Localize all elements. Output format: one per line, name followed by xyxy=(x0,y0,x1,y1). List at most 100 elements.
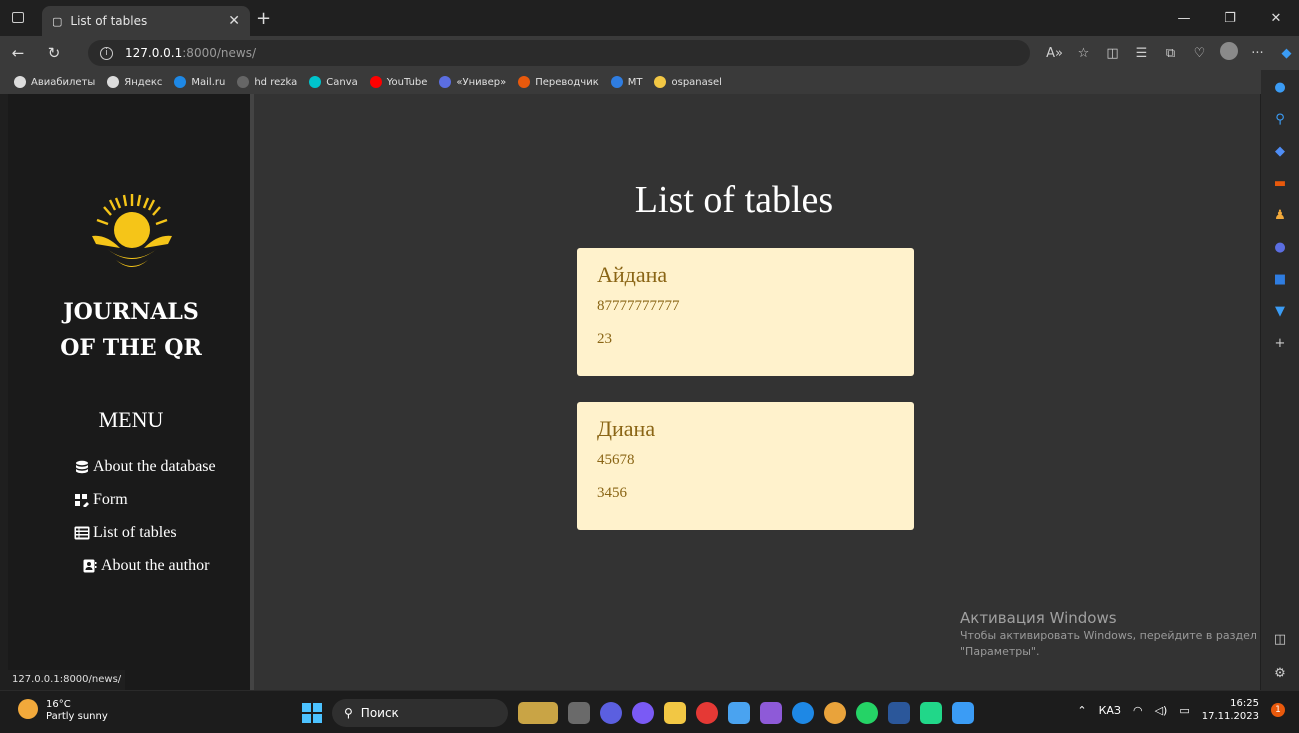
bookmark-item[interactable]: ospanasel xyxy=(654,76,722,88)
bookmark-item[interactable]: Mail.ru xyxy=(174,76,225,88)
microsoft365-icon[interactable]: ● xyxy=(1273,240,1287,255)
refresh-button[interactable]: ↻ xyxy=(36,44,72,62)
bookmark-item[interactable]: YouTube xyxy=(369,76,428,88)
taskbar-search[interactable]: ⚲ Поиск xyxy=(332,699,508,727)
bookmark-item[interactable]: Яндекс xyxy=(107,76,162,88)
file-explorer-icon[interactable] xyxy=(664,702,686,724)
record-card: Айдана 87777777777 23 xyxy=(577,248,914,376)
url-host: 127.0.0.1 xyxy=(125,46,183,60)
profile-avatar[interactable] xyxy=(1214,42,1243,64)
start-button[interactable] xyxy=(302,703,322,723)
menu-item-label: List of tables xyxy=(93,523,177,541)
tab-actions-icon[interactable] xyxy=(12,12,24,23)
notepad-icon[interactable] xyxy=(952,702,974,724)
back-button[interactable]: ← xyxy=(0,44,36,62)
notification-bell-icon[interactable]: ● xyxy=(1273,80,1287,95)
page-icon: ▢ xyxy=(52,14,63,28)
paint-icon[interactable] xyxy=(728,702,750,724)
weather-condition: Partly sunny xyxy=(46,711,108,722)
weather-widget[interactable]: 16°C Partly sunny xyxy=(18,699,108,723)
bookmark-item[interactable]: Переводчик xyxy=(518,76,599,88)
page-viewport: JOURNALS OF THE QR MENU About the databa… xyxy=(8,94,1260,690)
menu-item-label: About the author xyxy=(101,556,210,574)
clock-time: 16:25 xyxy=(1230,698,1259,709)
copilot-icon[interactable]: ◆ xyxy=(1272,46,1299,61)
edge-icon[interactable] xyxy=(792,702,814,724)
volume-icon[interactable]: ◁) xyxy=(1155,704,1168,717)
search-placeholder: Поиск xyxy=(360,706,399,720)
browser-tab[interactable]: ▢ List of tables ✕ xyxy=(42,6,250,36)
input-language[interactable]: КАЗ xyxy=(1099,704,1121,717)
chrome-icon[interactable] xyxy=(824,702,846,724)
close-tab-icon[interactable]: ✕ xyxy=(228,13,240,29)
word-icon[interactable] xyxy=(888,702,910,724)
site-brand: JOURNALS OF THE QR xyxy=(8,294,254,366)
minimize-button[interactable]: — xyxy=(1161,0,1207,36)
notification-badge[interactable]: 1 xyxy=(1271,703,1285,717)
wifi-icon[interactable]: ◠ xyxy=(1133,704,1143,717)
bookmark-label: Авиабилеты xyxy=(31,76,96,88)
url-path: :8000/news/ xyxy=(182,46,256,60)
record-value: 3456 xyxy=(597,485,627,501)
bookmark-item[interactable]: hd rezka xyxy=(237,76,297,88)
collections-icon[interactable]: ⧉ xyxy=(1156,46,1185,61)
menu-item-about-database[interactable]: About the database xyxy=(73,450,216,483)
add-sidebar-app-icon[interactable]: + xyxy=(1273,336,1287,351)
show-hidden-icons-icon[interactable]: ⌃ xyxy=(1077,704,1086,717)
record-phone: 45678 xyxy=(597,452,635,468)
favorite-star-icon[interactable]: ☆ xyxy=(1069,46,1098,61)
tools-icon[interactable]: ▬ xyxy=(1273,176,1287,191)
send-icon[interactable]: ▼ xyxy=(1273,304,1287,319)
system-tray: ⌃ КАЗ ◠ ◁) ▭ 16:25 17.11.2023 1 xyxy=(1077,697,1285,723)
site-info-icon[interactable]: i xyxy=(100,46,113,60)
outlook-icon[interactable]: ■ xyxy=(1273,272,1287,287)
bookmark-label: MT xyxy=(627,76,643,88)
task-view-icon[interactable] xyxy=(568,702,590,724)
battery-icon[interactable]: ▭ xyxy=(1179,704,1189,717)
menu-item-label: About the database xyxy=(93,457,216,475)
menu-item-about-author[interactable]: About the author xyxy=(73,549,216,582)
bookmark-item[interactable]: Авиабилеты xyxy=(14,76,95,88)
search-icon[interactable]: ⚲ xyxy=(1273,112,1287,127)
yandex-browser-icon[interactable] xyxy=(696,702,718,724)
split-screen-icon[interactable]: ◫ xyxy=(1098,46,1127,61)
settings-gear-icon[interactable]: ⚙ xyxy=(1273,666,1287,681)
record-card: Диана 45678 3456 xyxy=(577,402,914,530)
tab-title: List of tables xyxy=(70,14,148,28)
hide-sidebar-icon[interactable]: ◫ xyxy=(1273,632,1287,647)
bookmark-favicon-icon xyxy=(610,76,623,88)
teams-icon[interactable] xyxy=(600,702,622,724)
read-aloud-icon[interactable]: A» xyxy=(1040,46,1069,61)
clock-date: 17.11.2023 xyxy=(1201,711,1259,722)
close-window-button[interactable]: ✕ xyxy=(1253,0,1299,36)
bookmark-item[interactable]: Canva xyxy=(309,76,358,88)
clock[interactable]: 16:25 17.11.2023 xyxy=(1202,697,1259,723)
favorites-icon[interactable]: ☰ xyxy=(1127,46,1156,61)
bookmark-item[interactable]: MT xyxy=(610,76,643,88)
url-field[interactable]: i 127.0.0.1:8000/news/ xyxy=(88,40,1030,66)
restore-button[interactable]: ❐ xyxy=(1207,0,1253,36)
whatsapp-icon[interactable] xyxy=(856,702,878,724)
menu-item-list-of-tables[interactable]: List of tables xyxy=(73,516,216,549)
browser-toolbar: A» ☆ ◫ ☰ ⧉ ♡ ··· ◆ xyxy=(1040,36,1299,70)
bookmark-label: hd rezka xyxy=(254,76,298,88)
bookmark-item[interactable]: «Универ» xyxy=(439,76,506,88)
visual-studio-icon[interactable] xyxy=(760,702,782,724)
bookmark-favicon-icon xyxy=(107,76,120,88)
new-tab-button[interactable]: + xyxy=(256,8,271,29)
widgets-icon[interactable] xyxy=(518,702,558,724)
bookmark-label: Canva xyxy=(326,76,358,88)
bookmark-label: Переводчик xyxy=(535,76,599,88)
alice-icon[interactable] xyxy=(632,702,654,724)
bookmarks-bar: Авиабилеты Яндекс Mail.ru hd rezka Canva YouT… xyxy=(0,70,1299,94)
bookmark-favicon-icon xyxy=(174,76,187,88)
windows-activation-watermark: Активация Windows Чтобы активировать Win… xyxy=(960,610,1257,660)
pycharm-icon[interactable] xyxy=(920,702,942,724)
games-icon[interactable]: ♟ xyxy=(1273,208,1287,223)
bookmark-label: YouTube xyxy=(386,76,428,88)
table-list-icon xyxy=(73,526,91,540)
more-options-icon[interactable]: ··· xyxy=(1243,46,1272,61)
shopping-tag-icon[interactable]: ◆ xyxy=(1273,144,1287,159)
menu-item-form[interactable]: Form xyxy=(73,483,216,516)
browser-essentials-icon[interactable]: ♡ xyxy=(1185,46,1214,61)
